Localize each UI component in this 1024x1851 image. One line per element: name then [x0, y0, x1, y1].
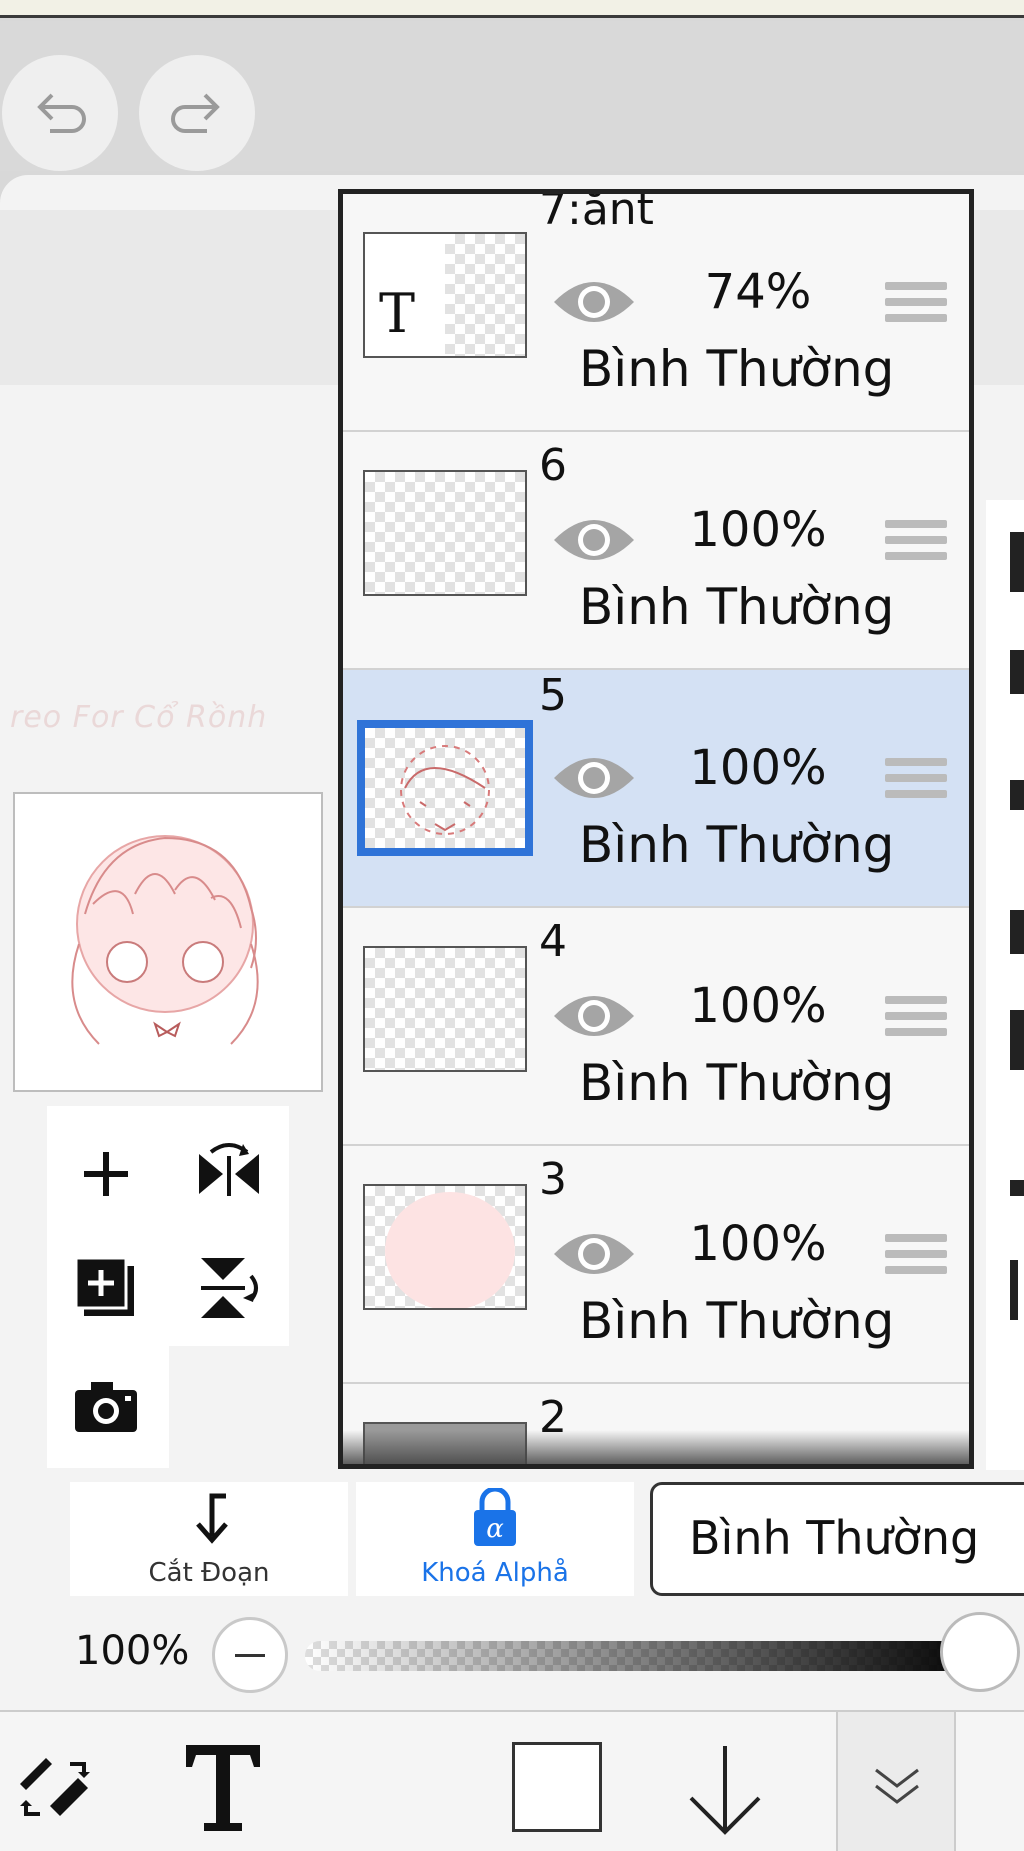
opacity-decrease-button[interactable]	[212, 1617, 288, 1693]
character-sketch-image	[71, 835, 259, 1045]
undo-icon	[37, 93, 86, 133]
plus-icon	[84, 1152, 128, 1196]
layer-row-4[interactable]: 4 100% Bình Thường	[343, 908, 969, 1146]
drag-handle-icon[interactable]	[885, 520, 947, 566]
layer-row-7[interactable]: T 7:ănt 74% Bình Thường	[343, 194, 969, 432]
layer-thumbnail	[357, 720, 533, 856]
flip-horizontal-icon	[199, 1143, 259, 1196]
flip-layer-horizontal-button[interactable]	[189, 1134, 269, 1214]
right-tool-2[interactable]	[1010, 650, 1024, 694]
layer-opacity: 74%	[704, 264, 812, 320]
sketch-thumbnail-image	[400, 745, 490, 835]
right-tool-1[interactable]	[1010, 532, 1024, 592]
layer-blend-mode: Bình Thường	[579, 1292, 895, 1350]
eye-icon[interactable]	[551, 1226, 637, 1282]
top-toolbar	[0, 21, 1024, 171]
flip-vertical-icon	[201, 1258, 258, 1318]
svg-text:α: α	[486, 1514, 504, 1544]
import-photo-button[interactable]	[66, 1366, 146, 1446]
drag-handle-icon[interactable]	[885, 282, 947, 328]
layer-thumbnail	[363, 1184, 527, 1310]
arrow-down-icon	[689, 1746, 761, 1835]
clip-arrow-icon	[196, 1493, 228, 1544]
layer-tools-panel	[47, 1106, 289, 1346]
eye-icon[interactable]	[551, 750, 637, 806]
layer-name: 4	[539, 916, 567, 967]
double-chevron-down-icon	[875, 1768, 919, 1804]
drag-handle-icon[interactable]	[885, 1234, 947, 1280]
brush-eraser-toggle[interactable]	[10, 1742, 100, 1832]
add-layer-button[interactable]	[66, 1134, 146, 1214]
layer-move-down-button[interactable]	[685, 1740, 765, 1840]
layer-name: 7:ănt	[539, 189, 654, 235]
opacity-slider-knob[interactable]	[940, 1612, 1020, 1692]
canvas-preview[interactable]	[13, 792, 323, 1092]
layer-thumbnail	[363, 946, 527, 1072]
right-side-toolbar	[986, 500, 1024, 1470]
layer-list[interactable]: T 7:ănt 74% Bình Thường 6 100% Bình Thườ…	[338, 189, 974, 1469]
layer-blend-mode: Bình Thường	[579, 1054, 895, 1112]
drag-handle-icon[interactable]	[885, 758, 947, 804]
layer-name: 3	[539, 1154, 567, 1205]
add-layer-copy-icon	[74, 1256, 134, 1316]
layer-tools-panel-lower	[47, 1346, 169, 1468]
lock-icon: α	[474, 1488, 516, 1546]
clipping-button[interactable]: Cắt Đoạn	[70, 1482, 348, 1596]
right-tool-7[interactable]	[1010, 1260, 1018, 1320]
redo-button[interactable]	[139, 55, 255, 171]
eye-icon[interactable]	[551, 512, 637, 568]
eye-icon[interactable]	[551, 274, 637, 330]
layer-thumbnail: T	[363, 232, 527, 358]
brush-eraser-icon	[20, 1758, 90, 1816]
right-tool-3[interactable]	[1010, 780, 1024, 810]
clipping-label: Cắt Đoạn	[148, 1558, 270, 1588]
opacity-value: 100%	[75, 1628, 190, 1674]
text-layer-glyph: T	[379, 282, 416, 345]
scroll-fade	[343, 1430, 969, 1464]
opacity-slider-track[interactable]	[305, 1641, 985, 1671]
camera-icon	[75, 1382, 137, 1432]
text-tool-icon	[186, 1745, 260, 1831]
current-color-swatch[interactable]	[512, 1742, 602, 1832]
layer-blend-mode: Bình Thường	[579, 340, 895, 398]
flip-layer-vertical-button[interactable]	[189, 1248, 269, 1328]
layer-row-5[interactable]: 5 100% Bình Thường	[343, 670, 969, 908]
blend-mode-value: Bình Thường	[689, 1511, 980, 1565]
redo-icon	[171, 93, 220, 133]
layer-blend-mode: Bình Thường	[579, 578, 895, 636]
layer-row-6[interactable]: 6 100% Bình Thường	[343, 432, 969, 670]
canvas-ghost-text: reo For Cổ Rồnh	[10, 700, 268, 735]
layer-blend-mode: Bình Thường	[579, 816, 895, 874]
drag-handle-icon[interactable]	[885, 996, 947, 1042]
minus-icon	[235, 1653, 265, 1657]
layer-opacity: 100%	[689, 740, 827, 796]
right-tool-5[interactable]	[1010, 1010, 1024, 1070]
expand-menu-button[interactable]	[836, 1712, 956, 1851]
add-folder-layer-button[interactable]	[66, 1248, 146, 1328]
layer-opacity: 100%	[689, 502, 827, 558]
bottom-toolbar	[0, 1710, 1024, 1851]
layer-opacity: 100%	[689, 1216, 827, 1272]
undo-button[interactable]	[2, 55, 118, 171]
alpha-lock-button[interactable]: α Khoá Alphå	[356, 1482, 634, 1596]
app-root: reo For Cổ Rồnh T 7:ănt 74% Bình Thường …	[0, 0, 1024, 1851]
opacity-row: 100%	[0, 1600, 1024, 1700]
right-tool-4[interactable]	[1010, 910, 1024, 954]
text-tool-button[interactable]	[178, 1732, 268, 1842]
pink-fill-shape	[385, 1192, 515, 1308]
layer-row-3[interactable]: 3 100% Bình Thường	[343, 1146, 969, 1384]
eye-icon[interactable]	[551, 988, 637, 1044]
layer-thumbnail	[363, 470, 527, 596]
blend-mode-select[interactable]: Bình Thường	[650, 1482, 1024, 1596]
layer-name: 6	[539, 440, 567, 491]
status-strip	[0, 0, 1024, 18]
layer-name: 5	[539, 670, 567, 721]
right-tool-6[interactable]	[1010, 1180, 1024, 1196]
layer-opacity: 100%	[689, 978, 827, 1034]
alpha-lock-label: Khoá Alphå	[421, 1558, 569, 1588]
